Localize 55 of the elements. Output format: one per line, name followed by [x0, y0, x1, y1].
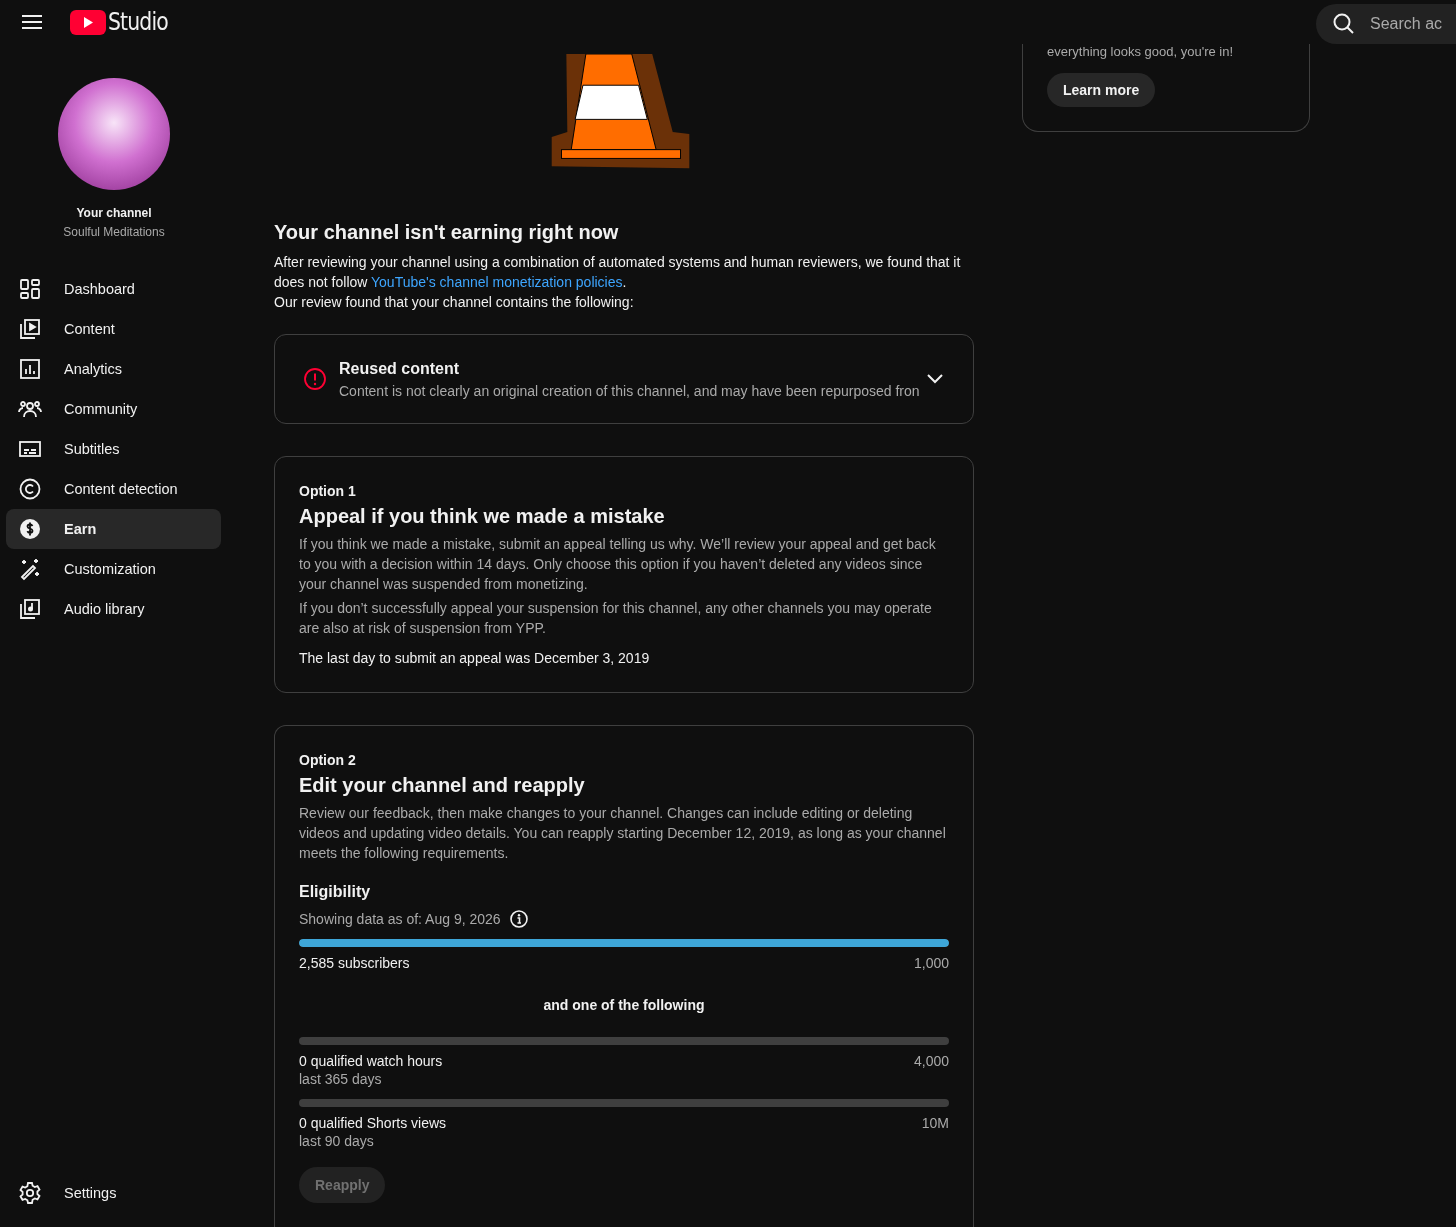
option-title: Edit your channel and reapply [299, 774, 586, 797]
option-text: If you think we made a mistake, submit an appeal telling us why. We’ll review your appeal and get back to you with a decision within 14 days. Only choose this option if you haven’t deleted any videos since your channel was suspended from monetizing. [299, 535, 937, 594]
data-date: Showing data as of: Aug 9, 2026 [299, 911, 501, 927]
requirement-label: 2,585 subscribers [299, 955, 410, 971]
magic-wand-icon [18, 557, 42, 581]
sidebar-item[interactable]: Customization [6, 549, 221, 589]
separator-text: and one of the following [543, 997, 705, 1013]
copyright-icon [18, 477, 42, 501]
eligibility-heading: Eligibility [299, 883, 372, 901]
play-logo-icon [70, 9, 106, 35]
issue-title: Reused content [339, 359, 460, 378]
requirement-label: 0 qualified watch hours [299, 1053, 443, 1069]
search-icon [1332, 12, 1356, 36]
option-text: If you don’t successfully appeal your suspension for this channel, any other channels you may operate are also at risk of suspension from YPP. [299, 599, 933, 638]
bar-chart-icon [18, 357, 42, 381]
sidebar-item[interactable]: Content detection [6, 469, 221, 509]
sidebar-item[interactable]: Community [6, 389, 221, 429]
channel-name: Soulful Meditations [63, 225, 165, 239]
issue-card[interactable]: Reused content Content is not clearly an original creation of this channel, and may have been repurposed fron [274, 334, 974, 424]
option-label: Option 1 [299, 483, 357, 499]
requirement-target: 4,000 [913, 1053, 949, 1069]
info-text: everything looks good, you're in! [1047, 44, 1234, 59]
requirement-target: 10M [921, 1115, 949, 1131]
dollar-icon [18, 517, 42, 541]
policies-link[interactable]: YouTube's channel monetization policies [371, 274, 623, 291]
sidebar-item[interactable]: Audio library [6, 589, 221, 629]
status-heading: Your channel isn't earning right now [274, 221, 620, 245]
sidebar-item[interactable]: Earn [6, 509, 221, 549]
settings-icon [18, 1181, 42, 1205]
music-stack-icon [18, 597, 42, 621]
deadline-text: The last day to submit an appeal was December 3, 2019 [299, 649, 651, 668]
option-title: Appeal if you think we made a mistake [299, 505, 666, 528]
warning-icon [303, 367, 327, 392]
option-text: Review our feedback, then make changes to your channel. Changes can include editing or deleting videos and updating video details. You can reapply starting December 12, 2019, as long as your channel meets the following requirements. [299, 804, 947, 863]
settings-item[interactable]: Settings [6, 1173, 221, 1213]
requirement-target: 1,000 [913, 955, 949, 971]
chevron-icon[interactable] [927, 374, 943, 385]
sidebar-item[interactable]: Dashboard [6, 269, 221, 309]
requirement-period: last 90 days [299, 1133, 375, 1149]
info-icon[interactable] [508, 909, 529, 929]
logo-text[interactable]: Studio [108, 8, 168, 36]
requirement-period: last 365 days [299, 1071, 383, 1087]
requirement-label: 0 qualified Shorts views [299, 1115, 447, 1131]
channel-label: Your channel [76, 206, 152, 220]
review-text: Our review found that your channel contains the following: [274, 293, 635, 313]
search-field[interactable]: Search ac [1316, 4, 1456, 44]
sidebar-item[interactable]: Subtitles [6, 429, 221, 469]
status-text: After reviewing your channel using a combination of automated systems and human reviewers, we found that it does not follow YouTube's channel monetization policies. [274, 253, 962, 293]
menu-icon[interactable] [22, 14, 42, 30]
learn-more-button[interactable]: Learn more [1047, 73, 1156, 107]
option-label: Option 2 [299, 752, 357, 768]
sidebar-item[interactable]: Content [6, 309, 221, 349]
sidebar-item[interactable]: Analytics [6, 349, 221, 389]
video-stack-icon [18, 317, 42, 341]
grid-icon [18, 277, 42, 301]
